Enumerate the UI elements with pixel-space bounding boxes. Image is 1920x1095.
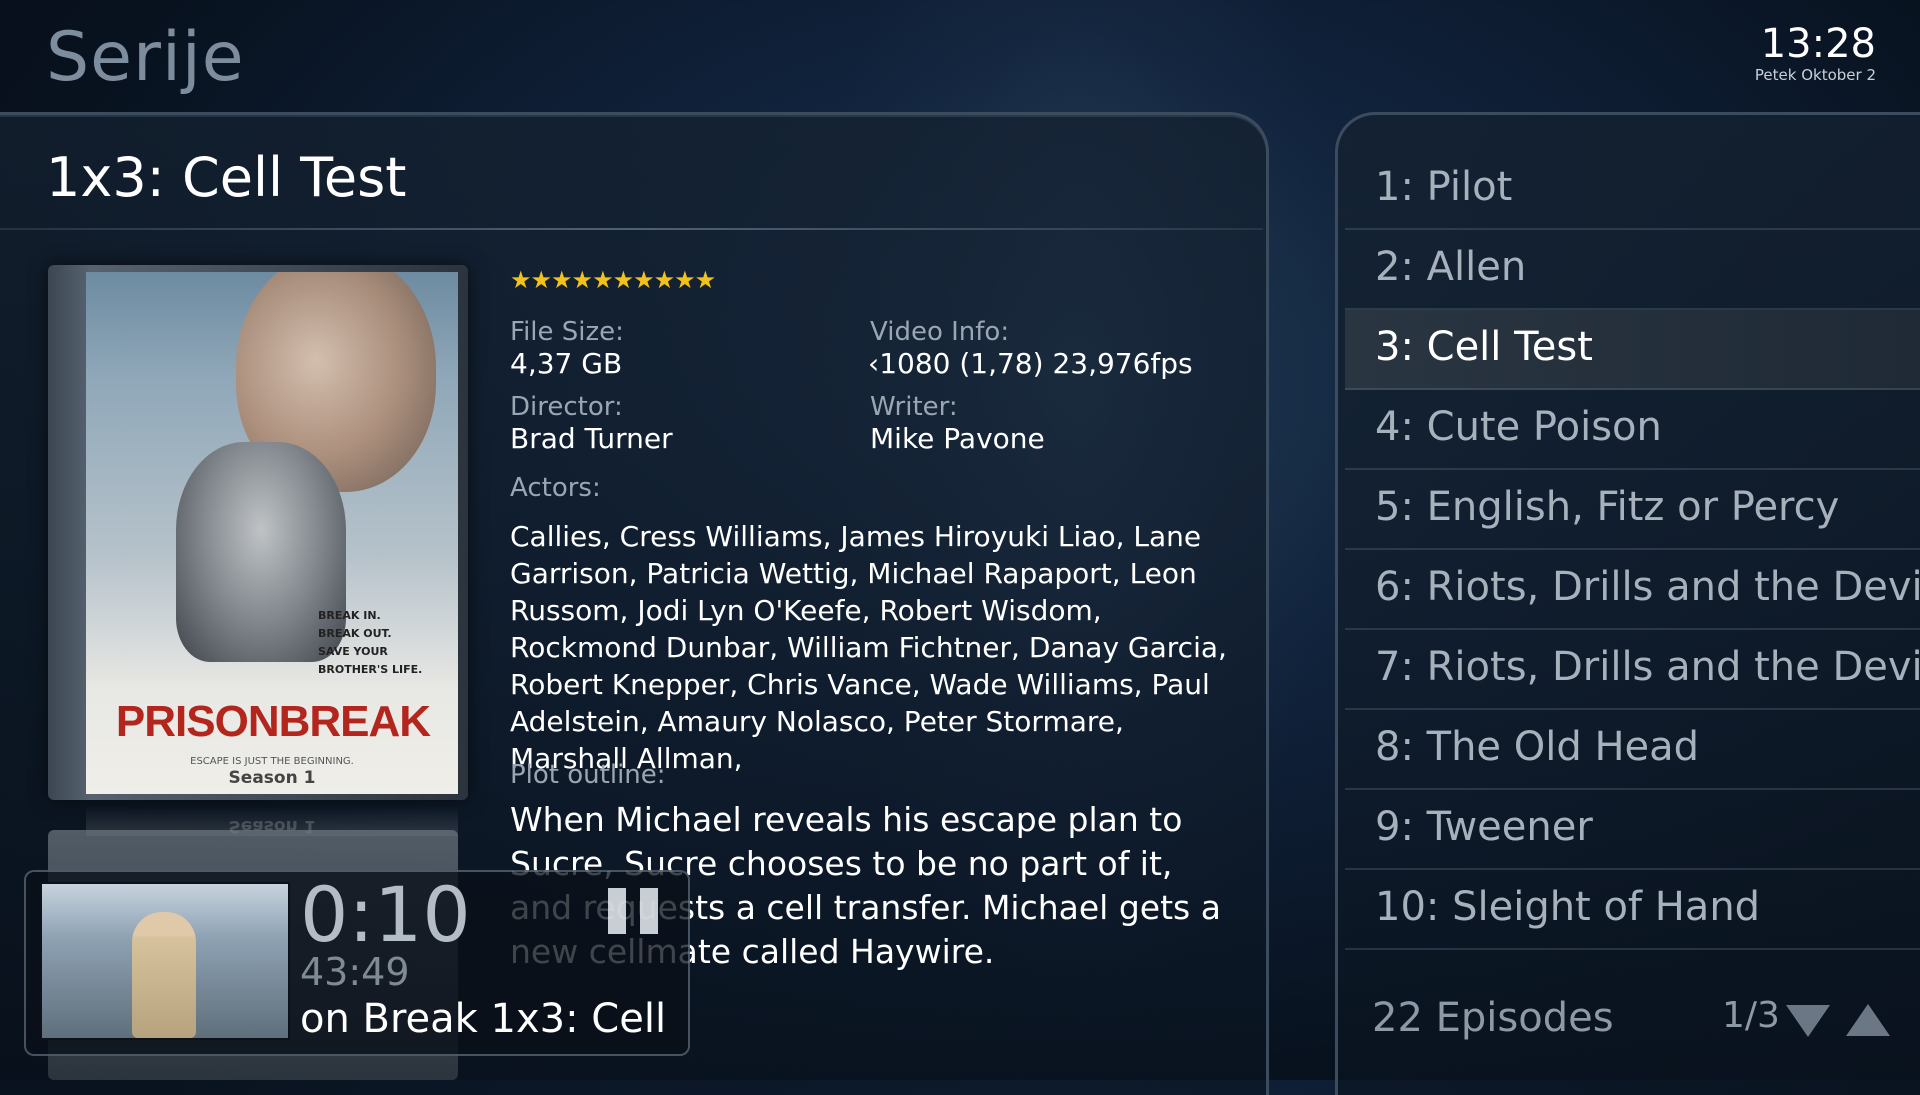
rating-stars: ★★★★★★★★★★ [510, 266, 716, 294]
director-value: Brad Turner [510, 422, 673, 455]
director-label: Director: [510, 392, 623, 422]
clock-time: 13:28 [1760, 21, 1876, 67]
actors-label: Actors: [510, 473, 601, 503]
episode-label: 1: Pilot [1375, 164, 1513, 210]
thumbnail-person [132, 912, 196, 1038]
video-info-value: ‹1080 (1,78) 23,976fps [868, 347, 1193, 380]
plot-label: Plot outline: [510, 760, 666, 790]
pause-bar [608, 888, 626, 934]
now-playing-thumbnail [40, 882, 290, 1040]
poster-subtitle: ESCAPE IS JUST THE BEGINNING. [190, 756, 354, 767]
clock: 13:28 Petek Oktober 2 [1755, 22, 1876, 84]
episode-item-selected[interactable]: 3: Cell Test [1345, 310, 1920, 390]
episode-item[interactable]: 4: Cute Poison [1345, 390, 1920, 470]
clock-date: Petek Oktober 2 [1754, 66, 1876, 84]
poster-season: Season 1 [228, 768, 316, 788]
arrow-up-icon[interactable] [1846, 1004, 1890, 1036]
episode-item[interactable]: 1: Pilot [1345, 150, 1920, 230]
episode-list: 1: Pilot 2: Allen 3: Cell Test 4: Cute P… [1345, 150, 1920, 950]
total-time: 43:49 [300, 950, 410, 994]
writer-label: Writer: [870, 392, 958, 422]
poster-tagline-line: BREAK OUT. [318, 627, 392, 640]
pause-bar [640, 888, 658, 934]
episode-count: 22 Episodes [1372, 995, 1614, 1041]
episode-item[interactable]: 10: Sleight of Hand [1345, 870, 1920, 950]
poster-image: BREAK IN. BREAK OUT. SAVE YOUR BROTHER'S… [86, 272, 458, 794]
pause-icon[interactable] [608, 888, 664, 934]
episode-title: 1x3: Cell Test [46, 146, 407, 209]
actors-list: Callies, Cress Williams, James Hiroyuki … [510, 520, 1227, 775]
episode-label: 9: Tweener [1375, 804, 1593, 850]
episode-label: 10: Sleight of Hand [1375, 884, 1761, 930]
section-title: Serije [46, 18, 245, 97]
episode-label: 6: Riots, Drills and the Devil [1375, 564, 1920, 610]
poster-tagline-line: SAVE YOUR [318, 645, 388, 658]
episode-item[interactable]: 5: English, Fitz or Percy [1345, 470, 1920, 550]
episode-label: 3: Cell Test [1375, 324, 1593, 370]
episode-item[interactable]: 7: Riots, Drills and the Devil [1345, 630, 1920, 710]
episode-item[interactable]: 8: The Old Head [1345, 710, 1920, 790]
poster-tagline-line: BROTHER'S LIFE. [318, 663, 423, 676]
poster-tagline: BREAK IN. BREAK OUT. SAVE YOUR BROTHER'S… [318, 607, 422, 679]
file-size-label: File Size: [510, 317, 624, 347]
episode-label: 4: Cute Poison [1375, 404, 1662, 450]
episode-label: 8: The Old Head [1375, 724, 1700, 770]
title-divider [0, 228, 1263, 230]
file-size-value: 4,37 GB [510, 347, 623, 380]
elapsed-time: 0:10 [300, 870, 471, 959]
arrow-down-icon[interactable] [1786, 1005, 1830, 1037]
episode-item[interactable]: 6: Riots, Drills and the Devil [1345, 550, 1920, 630]
poster-tagline-line: BREAK IN. [318, 609, 381, 622]
episode-item[interactable]: 9: Tweener [1345, 790, 1920, 870]
episode-label: 2: Allen [1375, 244, 1527, 290]
episode-item[interactable]: 2: Allen [1345, 230, 1920, 310]
now-playing-title: on Break 1x3: Cell Test [300, 996, 668, 1042]
video-info-label: Video Info: [870, 317, 1010, 347]
writer-value: Mike Pavone [870, 422, 1045, 455]
page-indicator: 1/3 [1722, 995, 1780, 1036]
episode-label: 7: Riots, Drills and the Devil [1375, 644, 1920, 690]
episode-label: 5: English, Fitz or Percy [1375, 484, 1840, 530]
poster-logo: PRISONBREAK [115, 697, 431, 746]
